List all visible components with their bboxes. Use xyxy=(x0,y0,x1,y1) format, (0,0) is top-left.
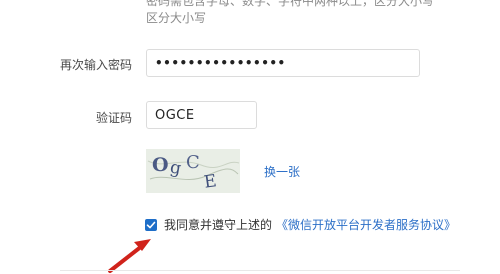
agreement-checkbox[interactable] xyxy=(145,218,157,231)
confirm-password-label: 再次输入密码 xyxy=(59,58,132,72)
red-arrow-icon xyxy=(108,239,151,273)
refresh-captcha-link[interactable]: 换一张 xyxy=(264,163,300,180)
captcha-char-1: O xyxy=(152,154,169,176)
captcha-image-svg: O g C E xyxy=(146,149,240,193)
captcha-char-3: C xyxy=(186,152,200,173)
agreement-link[interactable]: 《微信开放平台开发者服务协议》 xyxy=(276,216,456,233)
captcha-input[interactable]: OGCE xyxy=(146,101,257,129)
checkmark-icon xyxy=(146,221,156,228)
agreement-text: 我同意并遵守上述的 xyxy=(164,218,273,232)
password-hint-line-2: 区分大小写 xyxy=(146,11,207,25)
password-hint: 密码需包含字母、数字、字符中两种以上，区分大小写 区分大小写 xyxy=(146,0,436,27)
registration-form: 密码需包含字母、数字、字符中两种以上，区分大小写 区分大小写 再次输入密码 ••… xyxy=(0,0,500,274)
confirm-password-input[interactable]: •••••••••••••••• xyxy=(146,49,420,77)
password-hint-line-1: 密码需包含字母、数字、字符中两种以上，区分大小写 xyxy=(146,0,435,8)
divider xyxy=(60,270,460,271)
captcha-label: 验证码 xyxy=(95,111,132,125)
captcha-image: O g C E xyxy=(146,149,240,193)
agreement-row: 我同意并遵守上述的 《微信开放平台开发者服务协议》 xyxy=(145,216,456,233)
